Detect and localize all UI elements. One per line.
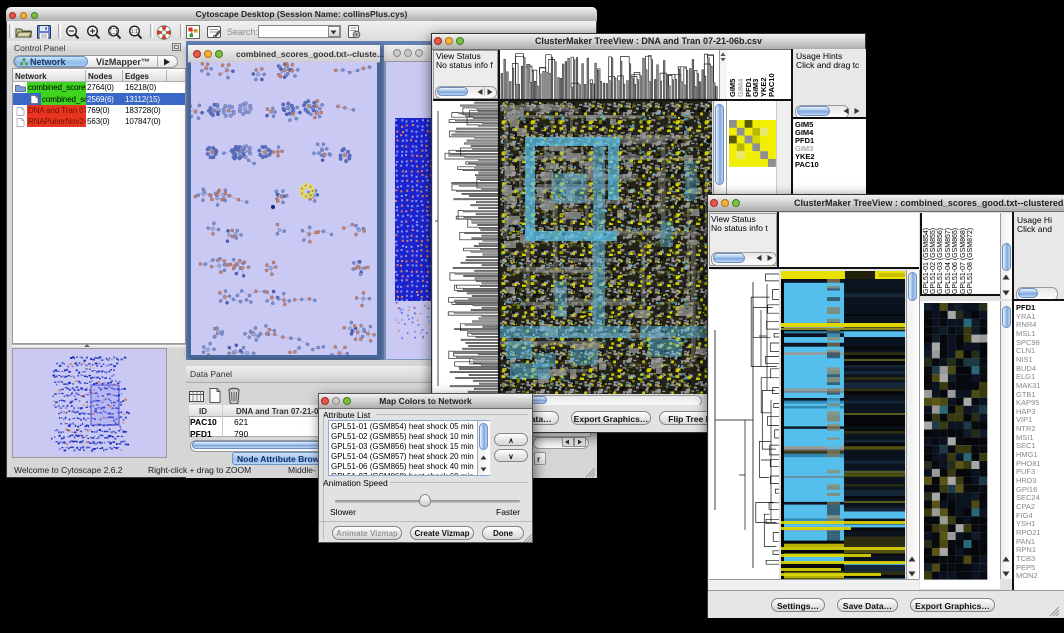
svg-text:1:1: 1:1: [131, 29, 138, 35]
